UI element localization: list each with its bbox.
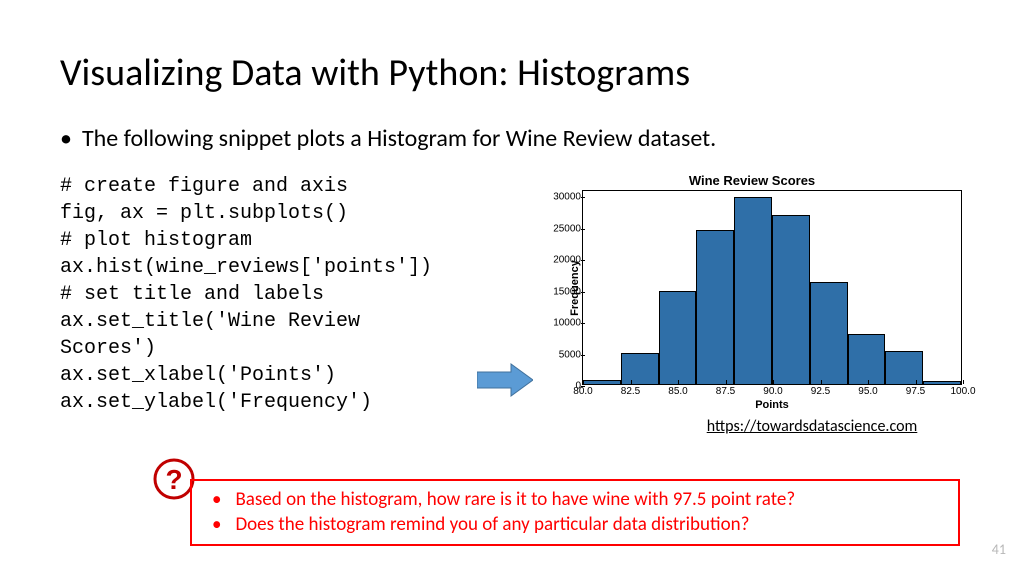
histogram-chart: Wine Review Scores Frequency 05000100001… [542, 173, 962, 411]
histogram-bar [810, 282, 848, 384]
main-bullet-text: The following snippet plots a Histogram … [82, 124, 716, 153]
plot-area: Frequency 050001000015000200002500030000… [582, 190, 962, 385]
y-ticks: 050001000015000200002500030000 [549, 191, 581, 384]
bullet-dot: • [60, 124, 72, 153]
source-link[interactable]: https://towardsdatascience.com [707, 417, 918, 436]
histogram-bar [734, 197, 772, 384]
y-tick-label: 30000 [553, 192, 581, 203]
chart-title: Wine Review Scores [542, 173, 962, 188]
x-tick-label: 80.0 [573, 386, 592, 397]
y-tick-label: 15000 [553, 286, 581, 297]
arrow-right-icon [477, 362, 533, 398]
x-tick-label: 97.5 [906, 386, 925, 397]
callout-q1: Based on the histogram, how rare is it t… [235, 487, 795, 513]
chart-column: Wine Review Scores Frequency 05000100001… [540, 173, 964, 436]
question-callout: • Based on the histogram, how rare is it… [190, 479, 960, 546]
y-tick-label: 5000 [559, 349, 581, 360]
svg-text:?: ? [165, 464, 182, 495]
histogram-bar [659, 291, 697, 384]
bullet-dot: • [212, 512, 221, 538]
histogram-bar [772, 215, 810, 384]
content-row: # create figure and axis fig, ax = plt.s… [60, 173, 964, 436]
y-tick-label: 10000 [553, 318, 581, 329]
code-snippet: # create figure and axis fig, ax = plt.s… [60, 173, 470, 416]
callout-row-2: • Does the histogram remind you of any p… [212, 512, 946, 538]
histogram-bar [885, 351, 923, 384]
x-tick-label: 95.0 [858, 386, 877, 397]
callout-q2: Does the histogram remind you of any par… [235, 512, 749, 538]
x-tick-label: 90.0 [763, 386, 782, 397]
page-number: 41 [992, 541, 1006, 558]
histogram-bar [621, 353, 659, 384]
histogram-bar [848, 334, 886, 384]
x-ticks: 80.082.585.087.590.092.595.097.5100.0 [583, 384, 961, 398]
x-tick-label: 100.0 [950, 386, 975, 397]
y-tick-label: 20000 [553, 255, 581, 266]
x-tick-label: 87.5 [716, 386, 735, 397]
main-bullet: • The following snippet plots a Histogra… [60, 124, 964, 153]
bullet-dot: • [212, 487, 221, 513]
bars-container [583, 191, 961, 384]
arrow-wrap [470, 173, 540, 398]
x-tick-label: 85.0 [668, 386, 687, 397]
callout-row-1: • Based on the histogram, how rare is it… [212, 487, 946, 513]
x-axis-label: Points [582, 399, 962, 411]
histogram-bar [696, 230, 734, 384]
slide-title: Visualizing Data with Python: Histograms [60, 50, 964, 96]
x-tick-label: 82.5 [621, 386, 640, 397]
x-tick-label: 92.5 [811, 386, 830, 397]
slide: Visualizing Data with Python: Histograms… [0, 0, 1024, 576]
y-tick-label: 25000 [553, 223, 581, 234]
